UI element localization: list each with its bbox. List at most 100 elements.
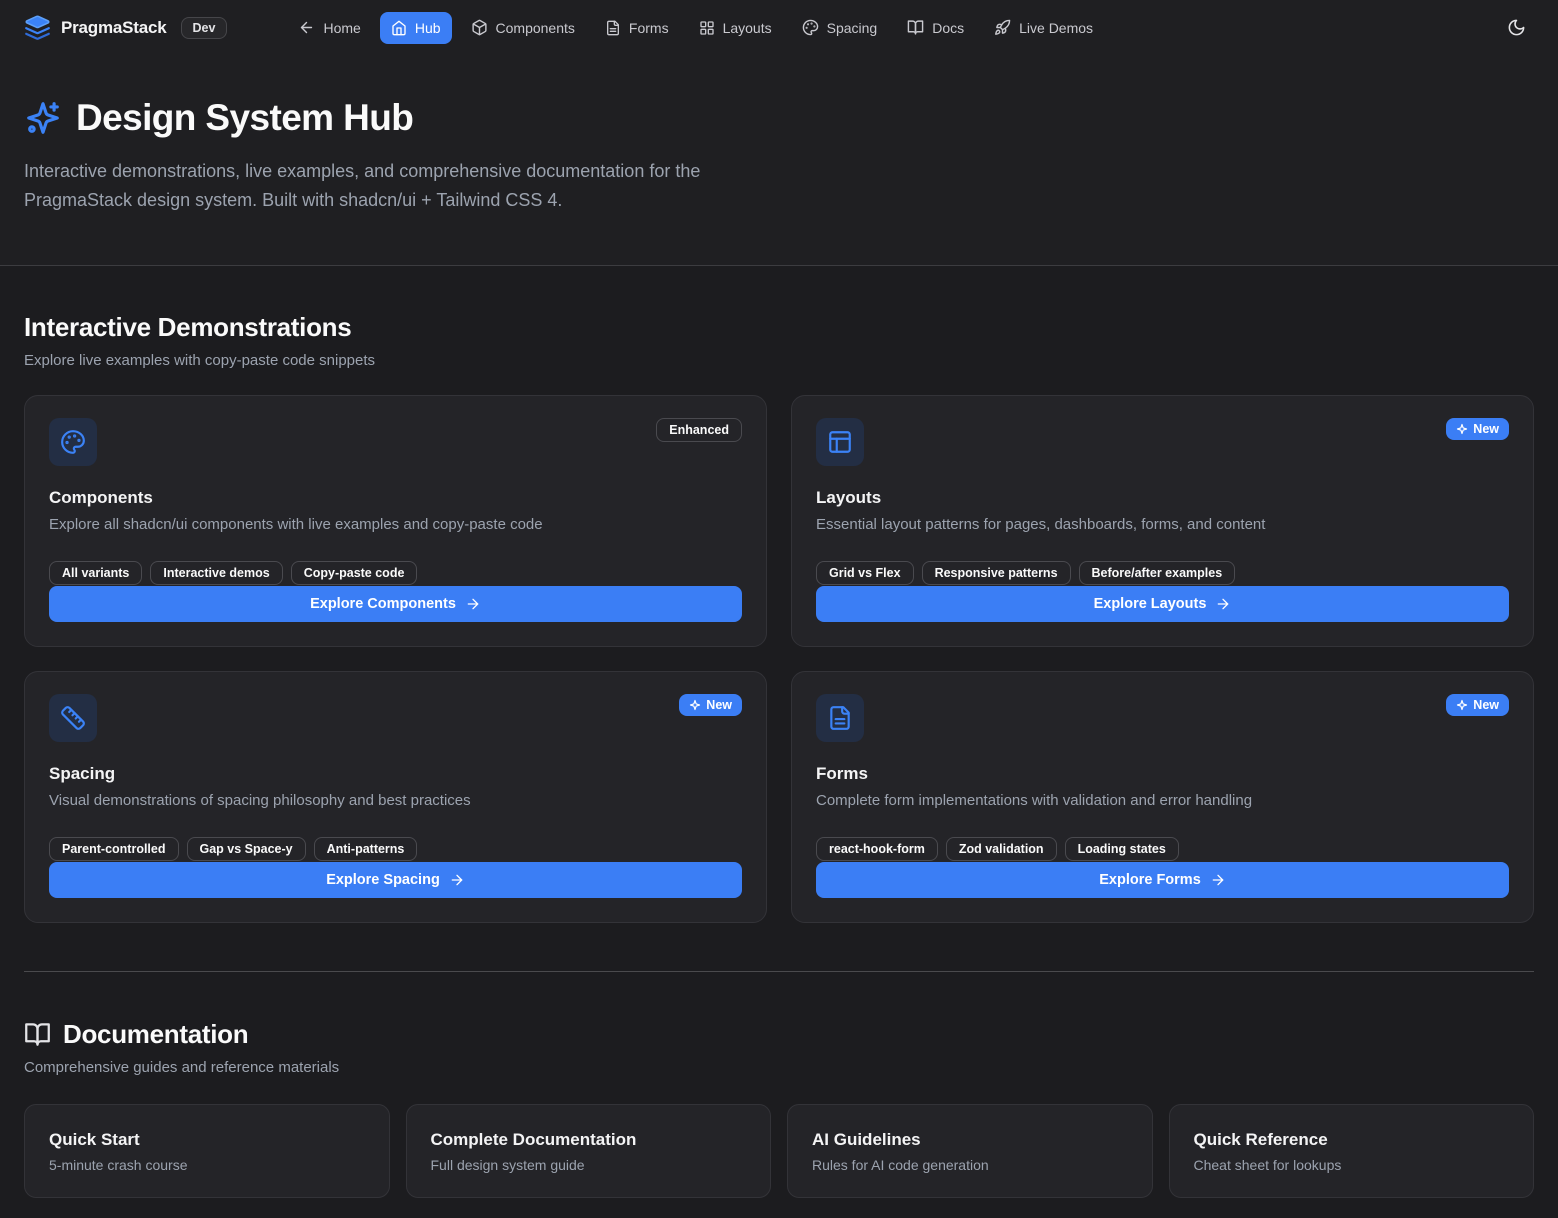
explore-components-button[interactable]: Explore Components [49, 586, 742, 622]
new-badge: New [679, 694, 742, 716]
nav-label: Spacing [827, 20, 878, 36]
rocket-icon [994, 19, 1011, 36]
nav-label: Hub [415, 20, 441, 36]
home-icon [391, 20, 407, 36]
tag: Zod validation [946, 837, 1057, 861]
brand[interactable]: PragmaStack Dev [24, 14, 227, 41]
doc-card-description: Full design system guide [431, 1157, 747, 1173]
nav-item-live-demos[interactable]: Live Demos [983, 11, 1104, 44]
layers-logo-icon [24, 14, 51, 41]
nav-label: Home [323, 20, 360, 36]
demos-subheading: Explore live examples with copy-paste co… [24, 352, 1534, 369]
card-description: Essential layout patterns for pages, das… [816, 516, 1509, 533]
button-label: Explore Forms [1099, 872, 1201, 888]
tag: Loading states [1065, 837, 1179, 861]
new-badge: New [1446, 694, 1509, 716]
moon-icon [1507, 18, 1526, 37]
page-description: Interactive demonstrations, live example… [24, 157, 784, 214]
tag: Before/after examples [1079, 561, 1236, 585]
status-badge: Enhanced [656, 418, 742, 442]
main-nav: Home Hub Components Forms Layouts [287, 11, 1104, 44]
ruler-icon [49, 694, 97, 742]
explore-forms-button[interactable]: Explore Forms [816, 862, 1509, 898]
panels-top-left-icon [816, 418, 864, 466]
nav-item-docs[interactable]: Docs [896, 11, 975, 44]
palette-icon [802, 19, 819, 36]
doc-card-quick-start[interactable]: Quick Start 5-minute crash course [24, 1104, 390, 1198]
card-description: Complete form implementations with valid… [816, 792, 1509, 809]
package-icon [471, 19, 488, 36]
sparkles-icon [1456, 423, 1468, 435]
demo-card-forms: New Forms Complete form implementations … [791, 671, 1534, 923]
arrow-left-icon [298, 19, 315, 36]
doc-card-title: Quick Reference [1194, 1130, 1510, 1150]
doc-card-title: Complete Documentation [431, 1130, 747, 1150]
new-badge: New [1446, 418, 1509, 440]
doc-card-quick-reference[interactable]: Quick Reference Cheat sheet for lookups [1169, 1104, 1535, 1198]
tag: Anti-patterns [314, 837, 418, 861]
hero-divider [0, 265, 1558, 266]
nav-label: Live Demos [1019, 20, 1093, 36]
nav-label: Forms [629, 20, 669, 36]
tag: All variants [49, 561, 142, 585]
sparkles-icon [1456, 699, 1468, 711]
nav-label: Layouts [723, 20, 772, 36]
tag-row: react-hook-form Zod validation Loading s… [816, 837, 1509, 861]
arrow-right-icon [1210, 872, 1226, 888]
demos-section-header: Interactive Demonstrations Explore live … [24, 312, 1534, 369]
card-title: Spacing [49, 764, 742, 784]
doc-card-ai-guidelines[interactable]: AI Guidelines Rules for AI code generati… [787, 1104, 1153, 1198]
arrow-right-icon [465, 596, 481, 612]
tag: Copy-paste code [291, 561, 418, 585]
nav-item-home[interactable]: Home [287, 11, 371, 44]
book-open-icon [24, 1021, 51, 1048]
main-content: Interactive Demonstrations Explore live … [0, 312, 1558, 1198]
tag: Responsive patterns [922, 561, 1071, 585]
file-text-icon [605, 20, 621, 36]
nav-item-components[interactable]: Components [460, 11, 586, 44]
demo-card-layouts: New Layouts Essential layout patterns fo… [791, 395, 1534, 647]
button-label: Explore Spacing [326, 872, 440, 888]
tag-row: All variants Interactive demos Copy-past… [49, 561, 742, 585]
section-divider [24, 971, 1534, 972]
doc-card-description: 5-minute crash course [49, 1157, 365, 1173]
card-title: Layouts [816, 488, 1509, 508]
explore-spacing-button[interactable]: Explore Spacing [49, 862, 742, 898]
tag: Gap vs Space-y [187, 837, 306, 861]
file-text-icon [816, 694, 864, 742]
doc-card-complete-documentation[interactable]: Complete Documentation Full design syste… [406, 1104, 772, 1198]
card-title: Forms [816, 764, 1509, 784]
button-label: Explore Components [310, 596, 456, 612]
theme-toggle-button[interactable] [1498, 10, 1534, 46]
nav-item-forms[interactable]: Forms [594, 12, 680, 44]
card-description: Visual demonstrations of spacing philoso… [49, 792, 742, 809]
doc-card-description: Rules for AI code generation [812, 1157, 1128, 1173]
tag: Grid vs Flex [816, 561, 914, 585]
documentation-card-grid: Quick Start 5-minute crash course Comple… [24, 1104, 1534, 1198]
nav-item-hub[interactable]: Hub [380, 12, 452, 44]
demos-heading: Interactive Demonstrations [24, 312, 1534, 343]
documentation-subheading: Comprehensive guides and reference mater… [24, 1059, 1534, 1076]
tag: Parent-controlled [49, 837, 179, 861]
brand-name: PragmaStack [61, 18, 167, 38]
tag-row: Parent-controlled Gap vs Space-y Anti-pa… [49, 837, 742, 861]
sparkles-icon [24, 99, 62, 137]
tag-row: Grid vs Flex Responsive patterns Before/… [816, 561, 1509, 585]
nav-label: Docs [932, 20, 964, 36]
layout-grid-icon [699, 20, 715, 36]
tag: Interactive demos [150, 561, 282, 585]
book-open-icon [907, 19, 924, 36]
page-title: Design System Hub [76, 97, 413, 139]
explore-layouts-button[interactable]: Explore Layouts [816, 586, 1509, 622]
doc-card-description: Cheat sheet for lookups [1194, 1157, 1510, 1173]
button-label: Explore Layouts [1094, 596, 1207, 612]
nav-label: Components [496, 20, 575, 36]
card-description: Explore all shadcn/ui components with li… [49, 516, 742, 533]
sparkles-icon [689, 699, 701, 711]
nav-item-spacing[interactable]: Spacing [791, 11, 889, 44]
nav-item-layouts[interactable]: Layouts [688, 12, 783, 44]
heading-text: Documentation [63, 1019, 248, 1050]
doc-card-title: Quick Start [49, 1130, 365, 1150]
card-title: Components [49, 488, 742, 508]
palette-icon [49, 418, 97, 466]
